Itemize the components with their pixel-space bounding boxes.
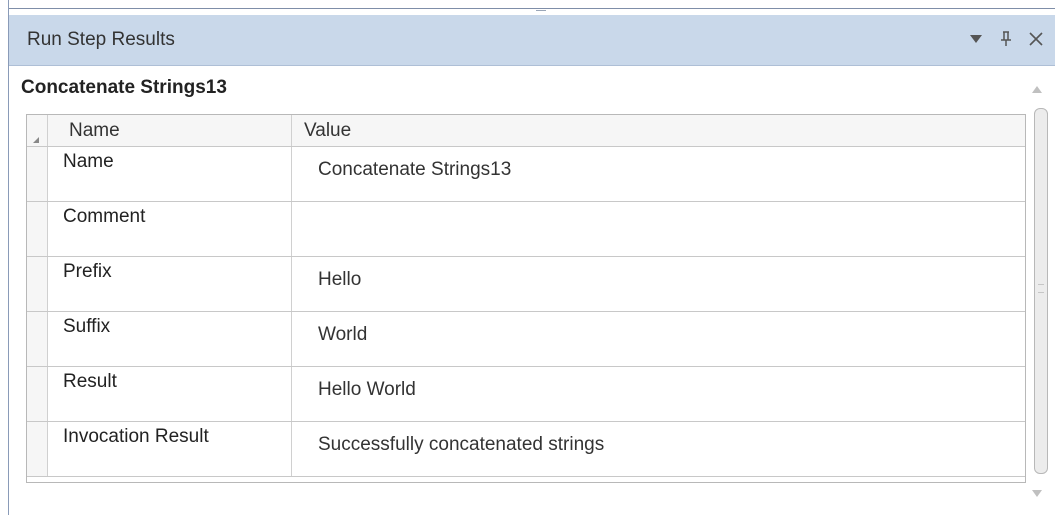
name-cell: Result (47, 367, 292, 421)
value-cell[interactable]: Concatenate Strings13 (292, 147, 1025, 201)
name-cell: Comment (47, 202, 292, 256)
pin-button[interactable] (993, 24, 1019, 54)
value-cell[interactable]: World (292, 312, 1025, 366)
panel-title: Run Step Results (27, 29, 175, 50)
name-cell: Suffix (47, 312, 292, 366)
column-header-name-label: Name (69, 120, 120, 141)
value-cell[interactable]: Successfully concatenated strings (292, 422, 1025, 476)
column-header-value[interactable]: Value (292, 115, 1025, 146)
sort-corner-icon (33, 137, 39, 143)
close-button[interactable] (1022, 24, 1050, 54)
table-row[interactable]: Prefix Hello (27, 257, 1025, 312)
row-header[interactable] (27, 257, 48, 311)
name-cell-text: Suffix (63, 316, 111, 337)
row-header[interactable] (27, 367, 48, 421)
column-header-value-label: Value (304, 120, 352, 141)
step-heading: Concatenate Strings13 (21, 77, 227, 98)
panel-menu-button[interactable] (964, 24, 988, 54)
panel-top-border (9, 8, 1055, 9)
panel-title-bar: Run Step Results (9, 15, 1055, 66)
value-cell-text: Concatenate Strings13 (318, 159, 512, 180)
name-cell: Prefix (47, 257, 292, 311)
row-header[interactable] (27, 202, 48, 256)
grid-corner-cell[interactable] (27, 115, 48, 146)
name-cell: Invocation Result (47, 422, 292, 476)
value-cell[interactable] (292, 202, 1025, 256)
close-icon (1029, 32, 1043, 46)
value-cell[interactable]: Hello (292, 257, 1025, 311)
pin-icon (1001, 31, 1011, 46)
value-cell-text: World (318, 324, 368, 345)
name-cell: Name (47, 147, 292, 201)
row-header[interactable] (27, 422, 48, 476)
value-cell[interactable]: Hello World (292, 367, 1025, 421)
value-cell-text: Successfully concatenated strings (318, 434, 605, 455)
dropdown-triangle-icon (970, 35, 982, 43)
table-row[interactable]: Comment (27, 202, 1025, 257)
scroll-down-arrow-icon[interactable] (1032, 490, 1042, 497)
value-cell-text: Hello World (318, 379, 416, 400)
scrollbar-thumb[interactable] (1034, 108, 1048, 474)
row-header[interactable] (27, 147, 48, 201)
table-row[interactable]: Suffix World (27, 312, 1025, 367)
table-row[interactable]: Name Concatenate Strings13 (27, 147, 1025, 202)
name-cell-text: Result (63, 371, 117, 392)
table-row[interactable]: Result Hello World (27, 367, 1025, 422)
table-row[interactable]: Invocation Result Successfully concatena… (27, 422, 1025, 477)
name-cell-text: Invocation Result (63, 426, 209, 447)
scroll-up-arrow-icon[interactable] (1032, 86, 1042, 93)
run-step-results-panel: Run Step Results Concatenate Strings13 N… (8, 0, 1055, 515)
grid-header: Name Value (27, 115, 1025, 147)
name-cell-text: Name (63, 151, 114, 172)
scroll-grip-icon (1038, 284, 1044, 293)
name-cell-text: Comment (63, 206, 146, 227)
row-header[interactable] (27, 312, 48, 366)
column-header-name[interactable]: Name (47, 115, 292, 146)
properties-grid: Name Value Name Concatenate Strings13 Co… (26, 114, 1026, 483)
name-cell-text: Prefix (63, 261, 112, 282)
value-cell-text: Hello (318, 269, 362, 290)
